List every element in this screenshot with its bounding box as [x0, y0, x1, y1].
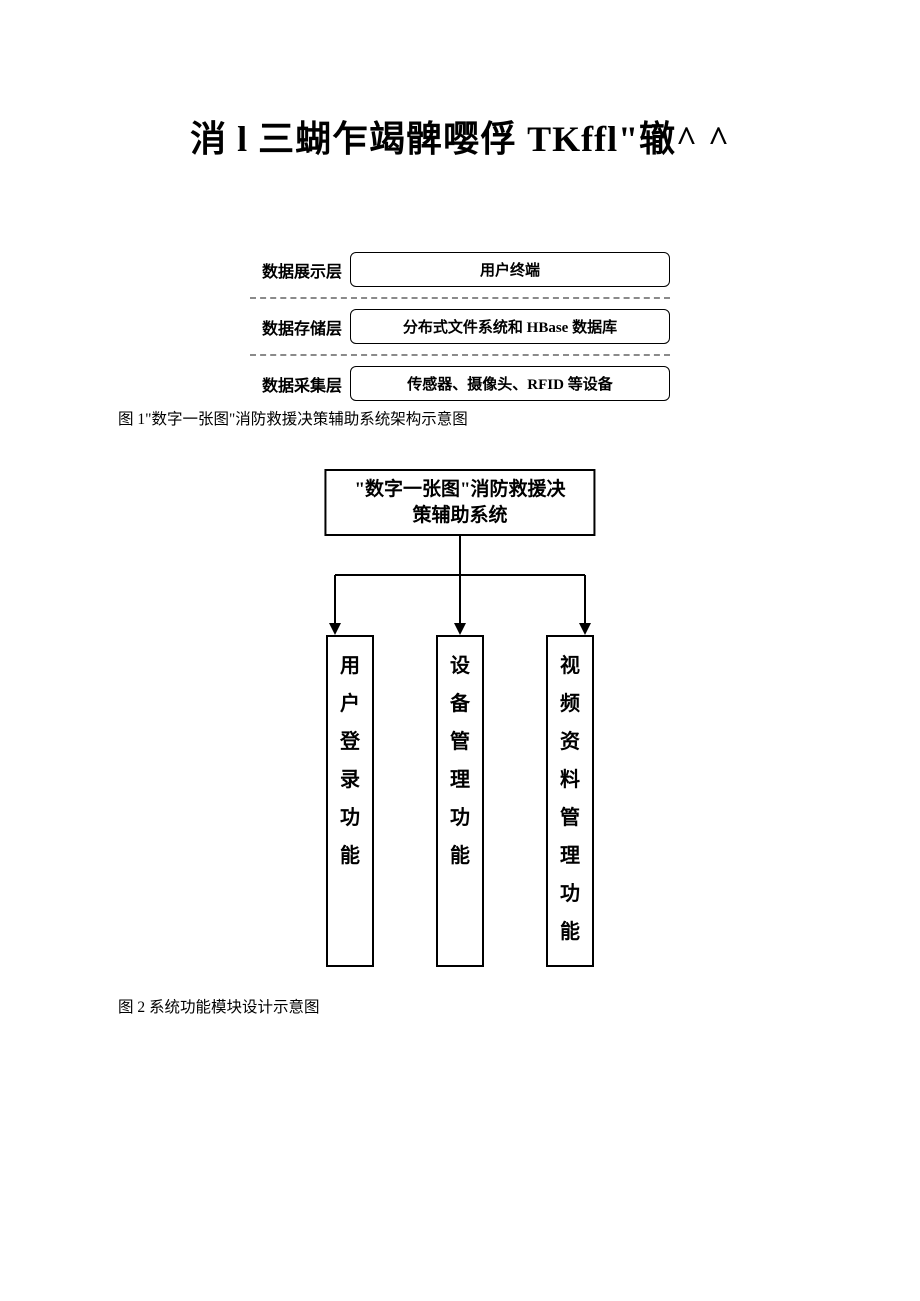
figure-2-module-tree: "数字一张图"消防救援决策辅助系统 用户登录功能 设备管理功能 视频资料管理功能 — [255, 469, 665, 989]
tree-children-row: 用户登录功能 设备管理功能 视频资料管理功能 — [255, 635, 665, 967]
tree-connector-lines — [255, 535, 665, 635]
layer-row: 数据存储层 分布式文件系统和 HBase 数据库 — [250, 309, 670, 344]
divider-dashed — [250, 297, 670, 299]
layer-box: 传感器、摄像头、RFID 等设备 — [350, 366, 670, 401]
tree-child-box: 视频资料管理功能 — [546, 635, 594, 967]
figure-1-caption: 图 1"数字一张图"消防救援决策辅助系统架构示意图 — [118, 407, 920, 429]
page-title: 消 l 三蝴乍竭髀嘤俘 TKffl"辙^ ^ — [0, 110, 920, 162]
layer-row: 数据采集层 传感器、摄像头、RFID 等设备 — [250, 366, 670, 401]
layer-label: 数据展示层 — [250, 258, 350, 282]
tree-child-box: 设备管理功能 — [436, 635, 484, 967]
tree-root-box: "数字一张图"消防救援决策辅助系统 — [324, 469, 595, 536]
layer-label: 数据采集层 — [250, 372, 350, 396]
document-page: 消 l 三蝴乍竭髀嘤俘 TKffl"辙^ ^ 数据展示层 用户终端 数据存储层 … — [0, 0, 920, 1017]
figure-2-caption: 图 2 系统功能模块设计示意图 — [118, 995, 920, 1017]
layer-label: 数据存储层 — [250, 315, 350, 339]
layer-box: 用户终端 — [350, 252, 670, 287]
tree-child-box: 用户登录功能 — [326, 635, 374, 967]
layer-row: 数据展示层 用户终端 — [250, 252, 670, 287]
figure-1-architecture-diagram: 数据展示层 用户终端 数据存储层 分布式文件系统和 HBase 数据库 数据采集… — [250, 252, 670, 401]
divider-dashed — [250, 354, 670, 356]
layer-box: 分布式文件系统和 HBase 数据库 — [350, 309, 670, 344]
